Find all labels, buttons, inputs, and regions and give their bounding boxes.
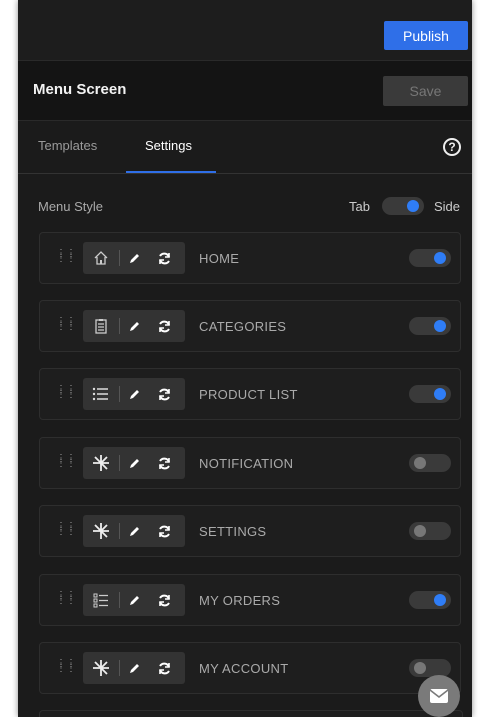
- item-toolbox: [83, 515, 185, 547]
- visibility-toggle[interactable]: [409, 317, 451, 335]
- chat-button[interactable]: [418, 675, 460, 717]
- refresh-icon[interactable]: [149, 584, 179, 616]
- active-tab-indicator: [126, 171, 216, 173]
- item-toolbox: [83, 242, 185, 274]
- placeholder-star-icon[interactable]: [83, 652, 119, 684]
- toggle-knob: [434, 594, 446, 606]
- refresh-icon[interactable]: [149, 242, 179, 274]
- drag-handle-icon[interactable]: ⋮⋮ ⋮⋮: [56, 317, 76, 333]
- divider: [119, 592, 120, 608]
- edit-icon[interactable]: [123, 242, 147, 274]
- drag-handle-icon[interactable]: ⋮⋮ ⋮⋮: [56, 249, 76, 265]
- refresh-icon[interactable]: [149, 310, 179, 342]
- tab-settings[interactable]: Settings: [145, 138, 192, 153]
- drag-handle-icon[interactable]: ⋮⋮ ⋮⋮: [56, 454, 76, 470]
- placeholder-star-icon[interactable]: [83, 447, 119, 479]
- list-icon[interactable]: [83, 378, 119, 410]
- divider: [119, 523, 120, 539]
- divider: [119, 318, 120, 334]
- edit-icon[interactable]: [123, 378, 147, 410]
- menu-item-my-orders[interactable]: ⋮⋮ ⋮⋮ MY ORDERS: [39, 574, 461, 626]
- item-toolbox: [83, 584, 185, 616]
- menu-item-label: SETTINGS: [199, 524, 267, 539]
- menu-settings-panel: Publish Menu Screen Save Templates Setti…: [18, 0, 472, 717]
- divider: [119, 386, 120, 402]
- visibility-toggle[interactable]: [409, 385, 451, 403]
- menu-item-label: MY ACCOUNT: [199, 661, 289, 676]
- item-toolbox: [83, 310, 185, 342]
- drag-handle-icon[interactable]: ⋮⋮ ⋮⋮: [56, 522, 76, 538]
- help-icon[interactable]: ?: [443, 138, 461, 156]
- top-bar: Publish: [18, 0, 472, 61]
- visibility-toggle[interactable]: [409, 659, 451, 677]
- menu-item-settings[interactable]: ⋮⋮ ⋮⋮ SETTINGS: [39, 505, 461, 557]
- visibility-toggle[interactable]: [409, 249, 451, 267]
- menu-item-label: NOTIFICATION: [199, 456, 294, 471]
- home-icon[interactable]: [83, 242, 119, 274]
- menu-item-my-account[interactable]: ⋮⋮ ⋮⋮ MY ACCOUNT: [39, 642, 461, 694]
- refresh-icon[interactable]: [149, 447, 179, 479]
- menu-item-home[interactable]: ⋮⋮ ⋮⋮ HOME: [39, 232, 461, 284]
- tab-templates[interactable]: Templates: [38, 138, 97, 153]
- drag-handle-icon[interactable]: ⋮⋮ ⋮⋮: [56, 385, 76, 401]
- clipboard-icon[interactable]: [83, 310, 119, 342]
- visibility-toggle[interactable]: [409, 454, 451, 472]
- item-toolbox: [83, 378, 185, 410]
- save-button[interactable]: Save: [383, 76, 468, 106]
- menu-item-product-list[interactable]: ⋮⋮ ⋮⋮ PRODUCT LIST: [39, 368, 461, 420]
- publish-button[interactable]: Publish: [384, 21, 468, 50]
- mail-icon: [429, 689, 449, 703]
- menu-style-row: Menu Style Tab Side: [18, 190, 472, 220]
- menu-item-categories[interactable]: ⋮⋮ ⋮⋮ CATEGORIES: [39, 300, 461, 352]
- menu-style-label: Menu Style: [38, 199, 104, 214]
- menu-style-side-option: Side: [434, 199, 461, 214]
- toggle-knob: [434, 252, 446, 264]
- divider: [119, 250, 120, 266]
- edit-icon[interactable]: [123, 652, 147, 684]
- edit-icon[interactable]: [123, 584, 147, 616]
- toggle-knob: [407, 200, 419, 212]
- title-bar: Menu Screen Save: [18, 61, 472, 121]
- edit-icon[interactable]: [123, 310, 147, 342]
- refresh-icon[interactable]: [149, 515, 179, 547]
- placeholder-star-icon[interactable]: [83, 515, 119, 547]
- visibility-toggle[interactable]: [409, 591, 451, 609]
- menu-item-label: HOME: [199, 251, 240, 266]
- refresh-icon[interactable]: [149, 652, 179, 684]
- toggle-knob: [414, 525, 426, 537]
- divider: [119, 455, 120, 471]
- menu-item-partial: [39, 710, 463, 717]
- tab-bar: Templates Settings ?: [18, 121, 472, 174]
- page-title: Menu Screen: [33, 81, 127, 98]
- menu-style-toggle[interactable]: [382, 197, 424, 215]
- order-list-icon[interactable]: [83, 584, 119, 616]
- menu-item-label: MY ORDERS: [199, 593, 281, 608]
- refresh-icon[interactable]: [149, 378, 179, 410]
- toggle-knob: [414, 457, 426, 469]
- menu-item-label: CATEGORIES: [199, 319, 287, 334]
- toggle-knob: [434, 388, 446, 400]
- menu-item-notification[interactable]: ⋮⋮ ⋮⋮ NOTIFICATION: [39, 437, 461, 489]
- drag-handle-icon[interactable]: ⋮⋮ ⋮⋮: [56, 659, 76, 675]
- menu-style-tab-option: Tab: [349, 199, 370, 214]
- edit-icon[interactable]: [123, 447, 147, 479]
- item-toolbox: [83, 447, 185, 479]
- edit-icon[interactable]: [123, 515, 147, 547]
- visibility-toggle[interactable]: [409, 522, 451, 540]
- drag-handle-icon[interactable]: ⋮⋮ ⋮⋮: [56, 591, 76, 607]
- toggle-knob: [414, 662, 426, 674]
- toggle-knob: [434, 320, 446, 332]
- divider: [119, 660, 120, 676]
- item-toolbox: [83, 652, 185, 684]
- menu-item-label: PRODUCT LIST: [199, 387, 298, 402]
